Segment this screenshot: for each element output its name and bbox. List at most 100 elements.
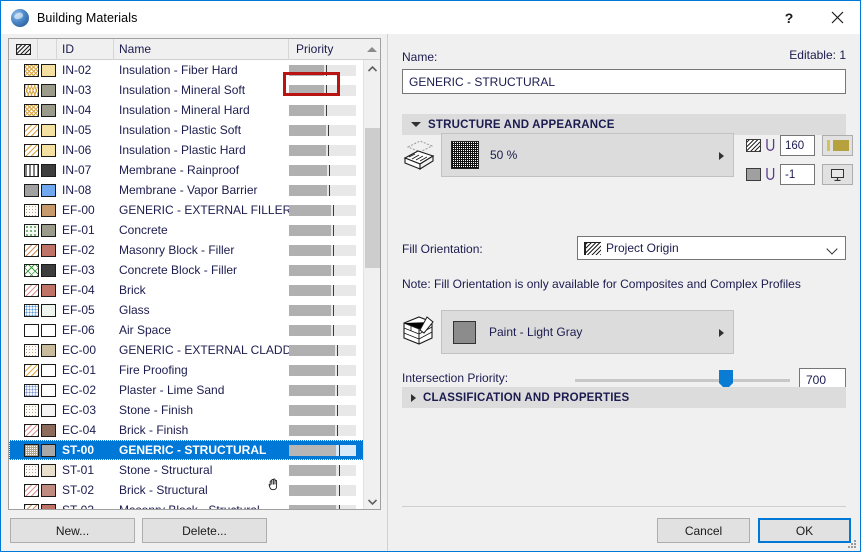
row-priority[interactable] bbox=[289, 64, 364, 76]
name-input[interactable]: GENERIC - STRUCTURAL bbox=[402, 69, 846, 94]
close-icon[interactable] bbox=[814, 1, 860, 34]
priority-bar[interactable] bbox=[289, 244, 356, 256]
table-row[interactable]: ST-00 GENERIC - STRUCTURAL bbox=[9, 440, 364, 460]
table-row[interactable]: IN-07 Membrane - Rainproof bbox=[9, 160, 364, 180]
row-priority[interactable] bbox=[289, 404, 364, 416]
fill-orientation-select[interactable]: Project Origin bbox=[577, 236, 846, 260]
materials-list[interactable]: ID Name Priority IN-02 Insulation - Fiber… bbox=[8, 38, 381, 510]
table-row[interactable]: ST-03 Masonry Block - Structural bbox=[9, 500, 364, 509]
surface-selector[interactable]: Paint - Light Gray bbox=[441, 310, 734, 354]
column-header-color[interactable] bbox=[38, 39, 57, 60]
priority-bar[interactable] bbox=[289, 64, 356, 76]
table-row[interactable]: ST-02 Brick - Structural bbox=[9, 480, 364, 500]
priority-bar[interactable] bbox=[289, 264, 356, 276]
priority-bar[interactable] bbox=[289, 384, 356, 396]
row-priority[interactable] bbox=[289, 464, 364, 476]
table-row[interactable]: IN-05 Insulation - Plastic Soft bbox=[9, 120, 364, 140]
priority-bar[interactable] bbox=[289, 164, 356, 176]
column-header-name[interactable]: Name bbox=[114, 39, 289, 60]
row-priority[interactable] bbox=[289, 84, 364, 96]
table-row[interactable]: EF-02 Masonry Block - Filler bbox=[9, 240, 364, 260]
table-row[interactable]: IN-06 Insulation - Plastic Hard bbox=[9, 140, 364, 160]
row-priority[interactable] bbox=[289, 184, 364, 196]
list-rows-viewport[interactable]: IN-02 Insulation - Fiber Hard IN-03 Insulat… bbox=[9, 60, 364, 509]
priority-bar[interactable] bbox=[289, 224, 356, 236]
sort-ascending-icon[interactable] bbox=[362, 39, 380, 60]
row-priority[interactable] bbox=[289, 244, 364, 256]
row-priority[interactable] bbox=[289, 504, 364, 509]
row-priority[interactable] bbox=[289, 384, 364, 396]
scroll-down-icon[interactable] bbox=[364, 493, 380, 509]
scroll-up-icon[interactable] bbox=[364, 60, 380, 77]
background-pen-value[interactable]: -1 bbox=[780, 164, 815, 185]
column-header-pattern[interactable] bbox=[9, 39, 38, 60]
table-row[interactable]: EF-06 Air Space bbox=[9, 320, 364, 340]
cut-fill-selector[interactable]: 50 % bbox=[441, 133, 734, 177]
priority-bar[interactable] bbox=[289, 444, 356, 456]
column-header-priority[interactable]: Priority bbox=[289, 39, 362, 60]
table-row[interactable]: EC-04 Brick - Finish bbox=[9, 420, 364, 440]
priority-bar[interactable] bbox=[289, 464, 356, 476]
table-row[interactable]: EC-01 Fire Proofing bbox=[9, 360, 364, 380]
row-priority[interactable] bbox=[289, 204, 364, 216]
scrollbar-thumb[interactable] bbox=[365, 128, 380, 268]
priority-bar[interactable] bbox=[289, 484, 356, 496]
table-row[interactable]: EF-01 Concrete bbox=[9, 220, 364, 240]
row-priority[interactable] bbox=[289, 264, 364, 276]
priority-bar[interactable] bbox=[289, 404, 356, 416]
row-priority[interactable] bbox=[289, 424, 364, 436]
resize-grip[interactable] bbox=[847, 539, 857, 549]
section-classification-and-properties[interactable]: CLASSIFICATION AND PROPERTIES bbox=[402, 387, 846, 408]
column-header-id[interactable]: ID bbox=[57, 39, 114, 60]
table-row[interactable]: EF-00 GENERIC - EXTERNAL FILLER bbox=[9, 200, 364, 220]
row-priority[interactable] bbox=[289, 484, 364, 496]
priority-bar[interactable] bbox=[289, 324, 356, 336]
row-priority[interactable] bbox=[289, 344, 364, 356]
table-row[interactable]: IN-03 Insulation - Mineral Soft bbox=[9, 80, 364, 100]
delete-button[interactable]: Delete... bbox=[142, 518, 267, 543]
priority-bar[interactable] bbox=[289, 84, 356, 96]
row-priority[interactable] bbox=[289, 444, 364, 456]
section-structure-and-appearance[interactable]: STRUCTURE AND APPEARANCE bbox=[402, 114, 846, 135]
list-scrollbar[interactable] bbox=[363, 60, 380, 509]
table-row[interactable]: EF-03 Concrete Block - Filler bbox=[9, 260, 364, 280]
table-row[interactable]: ST-01 Stone - Structural bbox=[9, 460, 364, 480]
row-priority[interactable] bbox=[289, 144, 364, 156]
table-row[interactable]: IN-02 Insulation - Fiber Hard bbox=[9, 60, 364, 80]
table-row[interactable]: EF-05 Glass bbox=[9, 300, 364, 320]
priority-bar[interactable] bbox=[289, 364, 356, 376]
cancel-button[interactable]: Cancel bbox=[657, 518, 750, 543]
row-priority[interactable] bbox=[289, 104, 364, 116]
table-row[interactable]: IN-08 Membrane - Vapor Barrier bbox=[9, 180, 364, 200]
screen-button[interactable] bbox=[822, 164, 853, 185]
priority-bar[interactable] bbox=[289, 304, 356, 316]
priority-bar[interactable] bbox=[289, 104, 356, 116]
priority-bar[interactable] bbox=[289, 124, 356, 136]
row-priority[interactable] bbox=[289, 324, 364, 336]
help-button[interactable]: ? bbox=[766, 1, 812, 34]
row-priority[interactable] bbox=[289, 304, 364, 316]
priority-bar[interactable] bbox=[289, 144, 356, 156]
cut-fill-pattern-swatch bbox=[24, 103, 39, 117]
table-row[interactable]: EC-03 Stone - Finish bbox=[9, 400, 364, 420]
pen-color-button[interactable] bbox=[822, 135, 853, 156]
table-row[interactable]: IN-04 Insulation - Mineral Hard bbox=[9, 100, 364, 120]
row-priority[interactable] bbox=[289, 124, 364, 136]
ok-button[interactable]: OK bbox=[758, 518, 851, 543]
priority-bar[interactable] bbox=[289, 184, 356, 196]
fill-pen-value[interactable]: 160 bbox=[780, 135, 815, 156]
row-priority[interactable] bbox=[289, 224, 364, 236]
table-row[interactable]: EC-00 GENERIC - EXTERNAL CLADDING bbox=[9, 340, 364, 360]
priority-bar[interactable] bbox=[289, 344, 356, 356]
priority-bar[interactable] bbox=[289, 204, 356, 216]
new-button[interactable]: New... bbox=[10, 518, 135, 543]
table-row[interactable]: EC-02 Plaster - Lime Sand bbox=[9, 380, 364, 400]
priority-bar[interactable] bbox=[289, 424, 356, 436]
row-priority[interactable] bbox=[289, 284, 364, 296]
table-row[interactable]: EF-04 Brick bbox=[9, 280, 364, 300]
row-priority[interactable] bbox=[289, 164, 364, 176]
intersection-priority-slider-track[interactable] bbox=[575, 379, 790, 382]
priority-bar[interactable] bbox=[289, 504, 356, 509]
row-priority[interactable] bbox=[289, 364, 364, 376]
priority-bar[interactable] bbox=[289, 284, 356, 296]
